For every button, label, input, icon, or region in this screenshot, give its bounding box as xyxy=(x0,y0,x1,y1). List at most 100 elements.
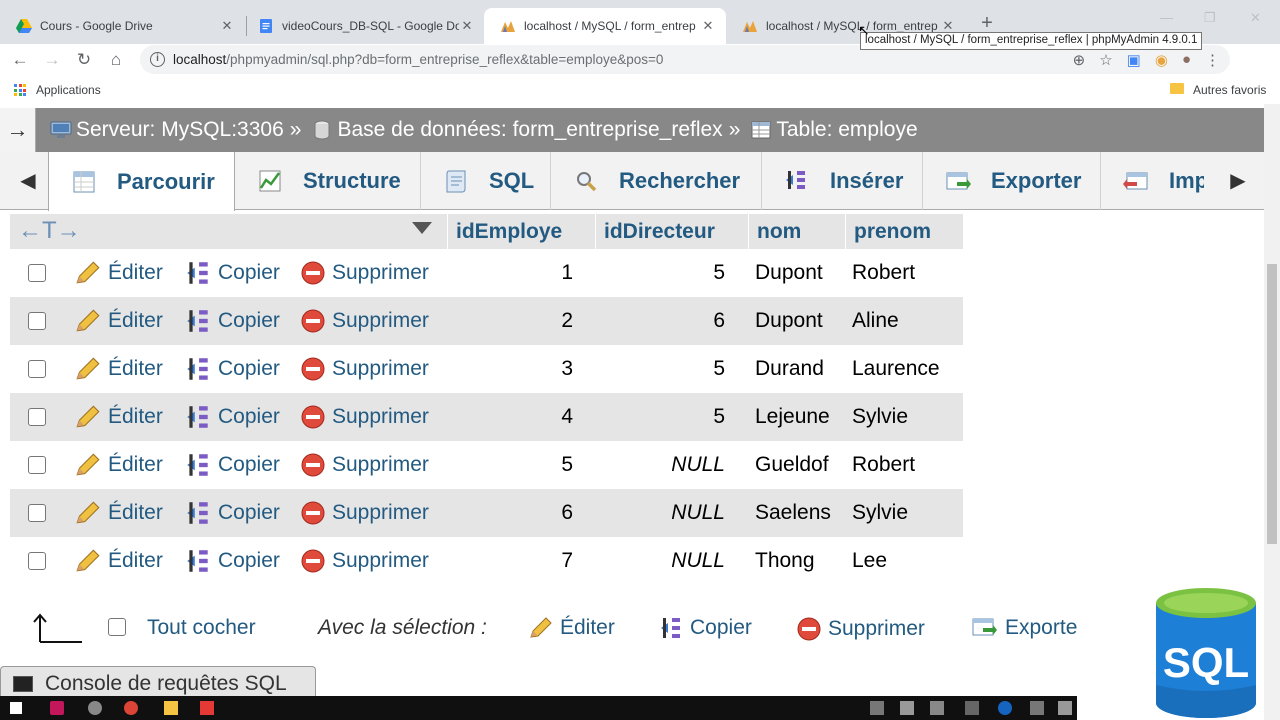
breadcrumb-server[interactable]: Serveur: MySQL:3306 xyxy=(50,118,284,142)
page-scrollbar[interactable] xyxy=(1264,104,1280,720)
tray-icon[interactable] xyxy=(930,701,944,715)
tray-icon[interactable] xyxy=(1058,701,1072,715)
windows-start-icon[interactable] xyxy=(10,702,22,714)
forward-button[interactable]: → xyxy=(40,48,64,72)
close-icon[interactable]: ✕ xyxy=(700,18,716,34)
delete-row-button[interactable]: Supprimer xyxy=(300,345,429,393)
restore-icon[interactable]: ❐ xyxy=(1204,10,1216,26)
scroll-left-icon[interactable]: ◀ xyxy=(18,168,38,193)
column-header-prenom[interactable]: prenom xyxy=(845,214,963,249)
cell-prenom[interactable]: Robert xyxy=(852,441,962,489)
tab-sql[interactable]: SQL xyxy=(421,152,551,210)
info-icon[interactable]: i xyxy=(150,52,165,67)
cell-idemploye[interactable]: 4 xyxy=(447,393,573,441)
tray-icon[interactable] xyxy=(870,701,884,715)
cell-iddirecteur[interactable]: NULL xyxy=(595,537,725,585)
edit-row-button[interactable]: Éditer xyxy=(74,249,163,297)
bookmark-applications[interactable]: Applications xyxy=(36,83,101,97)
delete-row-button[interactable]: Supprimer xyxy=(300,297,429,345)
cell-iddirecteur[interactable]: 5 xyxy=(595,393,725,441)
bulk-delete-button[interactable]: Supprimer xyxy=(796,616,925,642)
row-checkbox[interactable] xyxy=(28,264,46,282)
copy-row-button[interactable]: Copier xyxy=(184,489,280,537)
cell-prenom[interactable]: Robert xyxy=(852,249,962,297)
star-icon[interactable]: ☆ xyxy=(1099,51,1112,69)
cell-idemploye[interactable]: 3 xyxy=(447,345,573,393)
check-all-checkbox[interactable] xyxy=(108,618,126,636)
row-checkbox[interactable] xyxy=(28,456,46,474)
reload-button[interactable]: ↻ xyxy=(72,48,96,72)
check-all-label[interactable]: Tout cocher xyxy=(147,616,256,640)
column-header-iddirecteur[interactable]: idDirecteur xyxy=(595,214,748,249)
resize-columns-icon[interactable]: ←T→ xyxy=(18,214,81,249)
tray-icon[interactable] xyxy=(1030,701,1044,715)
chrome-icon[interactable] xyxy=(124,701,138,715)
cell-iddirecteur[interactable]: NULL xyxy=(595,489,725,537)
navigation-toggle-icon[interactable]: → xyxy=(0,108,36,152)
cell-nom[interactable]: Saelens xyxy=(755,489,847,537)
tab-importer[interactable]: Imp xyxy=(1101,152,1204,210)
extension-icon[interactable]: ◉ xyxy=(1155,51,1168,69)
column-header-nom[interactable]: nom xyxy=(748,214,845,249)
tab-parcourir[interactable]: Parcourir xyxy=(48,152,235,211)
copy-row-button[interactable]: Copier xyxy=(184,441,280,489)
cell-idemploye[interactable]: 6 xyxy=(447,489,573,537)
cell-idemploye[interactable]: 2 xyxy=(447,297,573,345)
cell-prenom[interactable]: Sylvie xyxy=(852,489,962,537)
cell-idemploye[interactable]: 1 xyxy=(447,249,573,297)
cell-iddirecteur[interactable]: 5 xyxy=(595,345,725,393)
copy-row-button[interactable]: Copier xyxy=(184,297,280,345)
app-icon[interactable] xyxy=(50,701,64,715)
tab-rechercher[interactable]: Rechercher xyxy=(551,152,762,210)
tray-icon[interactable] xyxy=(965,701,979,715)
copy-row-button[interactable]: Copier xyxy=(184,249,280,297)
copy-row-button[interactable]: Copier xyxy=(184,345,280,393)
browser-tab-phpmyadmin-active[interactable]: localhost / MySQL / form_entrep ✕ xyxy=(484,8,726,44)
translate-icon[interactable]: ▣ xyxy=(1127,51,1141,69)
cell-nom[interactable]: Lejeune xyxy=(755,393,847,441)
zoom-icon[interactable]: ⊕ xyxy=(1073,51,1086,69)
settings-icon[interactable] xyxy=(88,701,102,715)
row-checkbox[interactable] xyxy=(28,552,46,570)
cell-nom[interactable]: Gueldof xyxy=(755,441,847,489)
edit-row-button[interactable]: Éditer xyxy=(74,537,163,585)
edit-row-button[interactable]: Éditer xyxy=(74,297,163,345)
copy-row-button[interactable]: Copier xyxy=(184,393,280,441)
browser-tab-docs[interactable]: videoCours_DB-SQL - Google Do ✕ xyxy=(242,8,485,44)
cell-nom[interactable]: Thong xyxy=(755,537,847,585)
delete-row-button[interactable]: Supprimer xyxy=(300,489,429,537)
cell-prenom[interactable]: Laurence xyxy=(852,345,962,393)
cell-iddirecteur[interactable]: 5 xyxy=(595,249,725,297)
cell-nom[interactable]: Durand xyxy=(755,345,847,393)
tab-structure[interactable]: Structure xyxy=(235,152,421,210)
edit-row-button[interactable]: Éditer xyxy=(74,441,163,489)
pdf-icon[interactable] xyxy=(200,701,214,715)
edit-row-button[interactable]: Éditer xyxy=(74,345,163,393)
close-icon[interactable]: ✕ xyxy=(219,18,235,34)
close-icon[interactable]: ✕ xyxy=(459,18,475,34)
tab-inserer[interactable]: Insérer xyxy=(762,152,923,210)
row-checkbox[interactable] xyxy=(28,360,46,378)
delete-row-button[interactable]: Supprimer xyxy=(300,441,429,489)
cell-idemploye[interactable]: 5 xyxy=(447,441,573,489)
avatar[interactable]: ● xyxy=(1182,51,1191,69)
cell-nom[interactable]: Dupont xyxy=(755,249,847,297)
folder-icon[interactable] xyxy=(164,701,178,715)
delete-row-button[interactable]: Supprimer xyxy=(300,249,429,297)
minimize-icon[interactable]: — xyxy=(1160,10,1173,25)
cell-iddirecteur[interactable]: NULL xyxy=(595,441,725,489)
cell-prenom[interactable]: Aline xyxy=(852,297,962,345)
row-checkbox[interactable] xyxy=(28,504,46,522)
apps-icon[interactable] xyxy=(14,84,26,96)
back-button[interactable]: ← xyxy=(8,48,32,72)
options-dropdown-icon[interactable] xyxy=(412,222,432,234)
cell-nom[interactable]: Dupont xyxy=(755,297,847,345)
browser-tab-drive[interactable]: Cours - Google Drive ✕ xyxy=(0,8,245,44)
cell-prenom[interactable]: Lee xyxy=(852,537,962,585)
bulk-edit-button[interactable]: Éditer xyxy=(528,616,615,640)
bulk-export-button[interactable]: Exporte xyxy=(971,616,1077,640)
edit-row-button[interactable]: Éditer xyxy=(74,393,163,441)
bulk-copy-button[interactable]: Copier xyxy=(658,616,752,640)
tab-exporter[interactable]: Exporter xyxy=(923,152,1101,210)
window-close-icon[interactable]: ✕ xyxy=(1250,10,1261,26)
